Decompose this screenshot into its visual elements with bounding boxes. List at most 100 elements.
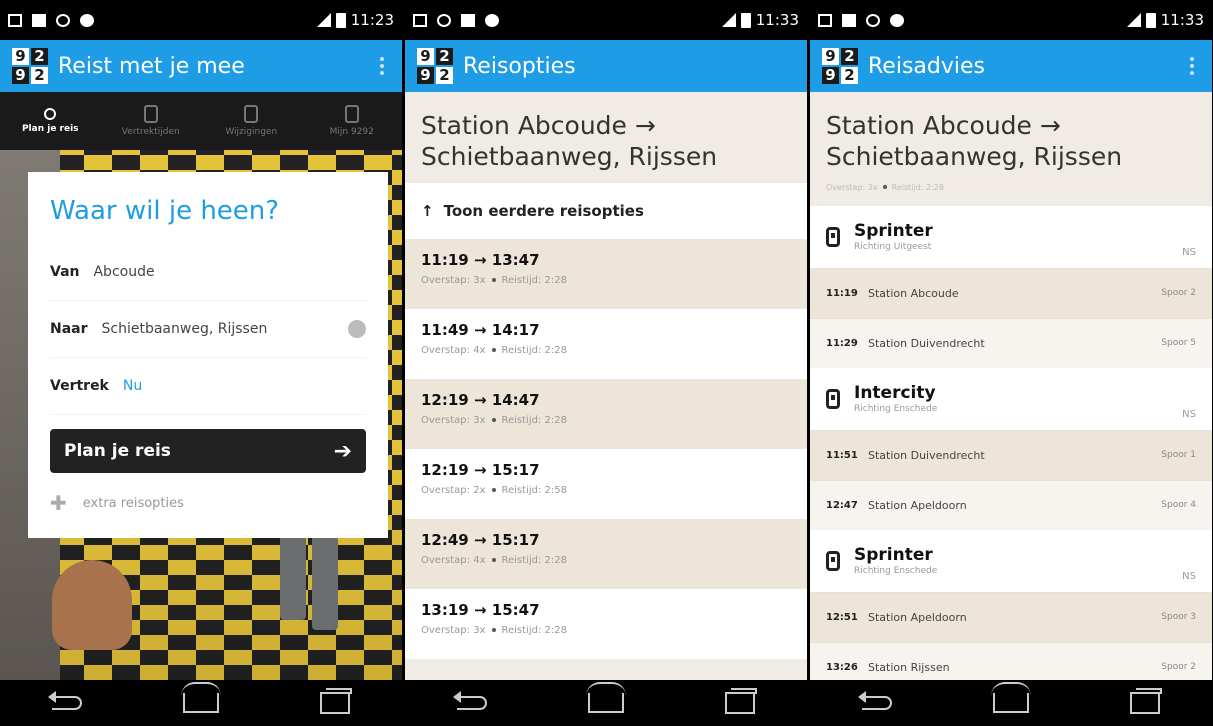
tab-plan-je-reis[interactable]: Plan je reis [0, 92, 101, 150]
option-transfer: Overstap: 2x [421, 484, 486, 496]
tab-label: Mijn 9292 [329, 127, 374, 137]
table-row[interactable]: 11:51 Station Duivendrecht Spoor 1 [810, 429, 1212, 480]
tab-mijn-9292[interactable]: Mijn 9292 [302, 92, 403, 150]
phone-plan-trip: 11:23 9292 Reist met je mee Plan je reis… [0, 0, 402, 726]
leg-header[interactable]: Sprinter Richting Enschede NS [810, 529, 1212, 592]
user-icon [344, 105, 359, 123]
summary-duration: Reistijd: 2:28 [891, 182, 944, 192]
stop-station: Station Duivendrecht [868, 448, 985, 462]
tab-wijzigingen[interactable]: Wijzigingen [201, 92, 302, 150]
leg-header[interactable]: Intercity Richting Enschede NS [810, 367, 1212, 430]
stop-time: 13:26 [826, 661, 858, 673]
option-transfer: Overstap: 4x [421, 344, 486, 356]
notification-icon [8, 13, 22, 27]
leg-operator: NS [1182, 246, 1196, 258]
separator-dot-icon [882, 185, 887, 189]
status-time: 11:33 [1160, 11, 1204, 29]
app-title: Reisopties [463, 53, 576, 79]
departure-value: Nu [122, 378, 143, 394]
extra-options-link[interactable]: ✚ extra reisopties [50, 491, 366, 515]
stop-platform: Spoor 1 [1161, 450, 1196, 460]
battery-icon [1145, 12, 1156, 28]
stop-platform: Spoor 2 [1161, 662, 1196, 672]
list-item[interactable]: 12:49 → 15:17 Overstap: 4x Reistijd: 2:28 [405, 518, 807, 589]
stop-station: Station Rijssen [868, 660, 950, 674]
separator-dot-icon [491, 348, 496, 352]
wifi-icon [1126, 13, 1141, 27]
to-field[interactable]: Naar Schietbaanweg, Rijssen [50, 301, 366, 358]
stop-station: Station Apeldoorn [868, 498, 967, 512]
home-icon[interactable] [176, 682, 226, 718]
earlier-options-button[interactable]: ↑ Toon eerdere reisopties [405, 182, 807, 239]
separator-dot-icon [491, 628, 496, 632]
separator-dot-icon [491, 558, 496, 562]
route-headline: Station Abcoude → Schietbaanweg, Rijssen [405, 92, 807, 183]
train-icon [826, 550, 840, 571]
home-icon[interactable] [986, 682, 1036, 718]
leg-name: Sprinter [854, 545, 933, 565]
overflow-menu-icon[interactable] [1184, 51, 1200, 81]
leg-header[interactable]: Sprinter Richting Uitgeest NS [810, 205, 1212, 268]
leg-direction: Richting Enschede [854, 566, 938, 576]
option-time: 13:19 → 15:47 [421, 600, 540, 619]
dog-photo [52, 560, 132, 650]
route-icon [44, 108, 57, 120]
signal-icon [316, 13, 331, 27]
plan-trip-button-label: Plan je reis [64, 441, 171, 461]
battery-icon [335, 12, 346, 28]
option-time: 12:49 → 15:17 [421, 530, 540, 549]
list-item[interactable]: 12:19 → 15:17 Overstap: 2x Reistijd: 2:58 [405, 448, 807, 519]
option-duration: Reistijd: 2:28 [501, 274, 567, 286]
list-item[interactable]: 11:49 → 14:17 Overstap: 4x Reistijd: 2:28 [405, 308, 807, 379]
status-bar: 11:33 [810, 0, 1212, 40]
tab-vertrektijden[interactable]: Vertrektijden [101, 92, 202, 150]
list-item[interactable]: 13:19 → 15:47 Overstap: 3x Reistijd: 2:28 [405, 588, 807, 659]
recent-apps-icon[interactable] [715, 688, 765, 718]
option-time: 12:19 → 15:17 [421, 460, 540, 479]
stop-station: Station Apeldoorn [868, 610, 967, 624]
leg-direction: Richting Uitgeest [854, 242, 932, 252]
stop-platform: Spoor 4 [1161, 500, 1196, 510]
stop-station: Station Duivendrecht [868, 336, 985, 350]
system-nav-bar [405, 680, 807, 726]
extra-options-label: extra reisopties [82, 495, 184, 511]
option-transfer: Overstap: 3x [421, 274, 486, 286]
arrow-right-icon: ➔ [333, 438, 352, 464]
warning-person-icon [244, 105, 259, 123]
train-icon [826, 388, 840, 409]
option-transfer: Overstap: 3x [421, 624, 486, 636]
image-icon [842, 13, 856, 27]
recent-apps-icon[interactable] [1120, 688, 1170, 718]
from-field[interactable]: Van Abcoude [50, 244, 366, 301]
from-value: Abcoude [93, 264, 155, 280]
stop-time: 11:29 [826, 337, 858, 349]
location-icon[interactable] [348, 320, 366, 338]
overflow-menu-icon[interactable] [374, 51, 390, 81]
separator-dot-icon [491, 488, 496, 492]
table-row[interactable]: 11:29 Station Duivendrecht Spoor 5 [810, 317, 1212, 368]
image-icon [32, 13, 46, 27]
table-row[interactable]: 11:19 Station Abcoude Spoor 2 [810, 267, 1212, 318]
table-row[interactable]: 12:51 Station Apeldoorn Spoor 3 [810, 591, 1212, 642]
table-row[interactable]: 12:47 Station Apeldoorn Spoor 4 [810, 479, 1212, 530]
usb-icon [437, 13, 451, 27]
app-bar: 9292 Reisadvies [810, 40, 1212, 92]
usb-icon [56, 13, 70, 27]
earlier-options-label: Toon eerdere reisopties [443, 201, 644, 220]
app-logo-icon: 9292 [417, 48, 453, 84]
recent-apps-icon[interactable] [310, 688, 360, 718]
route-destination: Schietbaanweg, Rijssen [421, 142, 718, 172]
leg-operator: NS [1182, 408, 1196, 420]
leg-operator: NS [1182, 570, 1196, 582]
android-icon [890, 13, 904, 27]
plan-trip-card: Waar wil je heen? Van Abcoude Naar Schie… [28, 172, 388, 538]
back-icon[interactable] [42, 688, 92, 718]
back-icon[interactable] [852, 688, 902, 718]
home-icon[interactable] [581, 682, 631, 718]
card-heading: Waar wil je heen? [50, 196, 280, 226]
back-icon[interactable] [447, 688, 497, 718]
list-item[interactable]: 11:19 → 13:47 Overstap: 3x Reistijd: 2:28 [405, 238, 807, 309]
list-item[interactable]: 12:19 → 14:47 Overstap: 3x Reistijd: 2:28 [405, 378, 807, 449]
plan-trip-button[interactable]: Plan je reis ➔ [50, 429, 366, 473]
departure-field[interactable]: Vertrek Nu [50, 358, 366, 415]
